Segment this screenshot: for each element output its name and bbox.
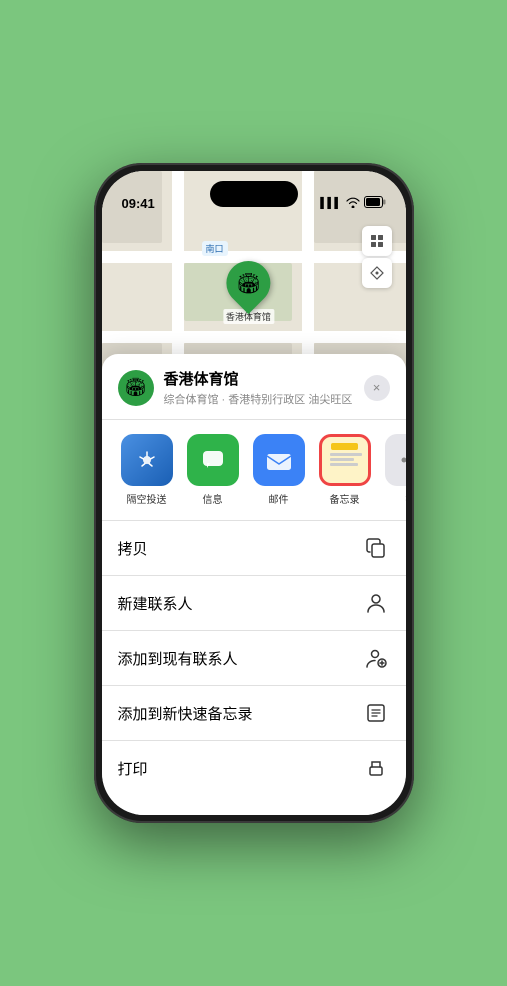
action-new-contact[interactable]: 新建联系人 [102, 576, 406, 631]
action-new-contact-label: 新建联系人 [118, 593, 193, 614]
notes-icon-inner [322, 437, 368, 483]
action-print[interactable]: 打印 [102, 741, 406, 795]
dynamic-island [210, 181, 298, 207]
venue-icon: 🏟 [118, 370, 154, 406]
share-item-messages[interactable]: 信息 [184, 434, 242, 506]
status-time: 09:41 [122, 196, 155, 213]
battery-icon [364, 196, 386, 211]
venue-description: 综合体育馆 · 香港特别行政区 油尖旺区 [164, 391, 364, 407]
bottom-sheet: 🏟 香港体育馆 综合体育馆 · 香港特别行政区 油尖旺区 × [102, 354, 406, 815]
mail-label: 邮件 [269, 491, 289, 506]
action-add-existing[interactable]: 添加到现有联系人 [102, 631, 406, 686]
mail-icon-wrap [253, 434, 305, 486]
venue-name: 香港体育馆 [164, 368, 364, 389]
signal-icon: ▌▌▌ [320, 198, 341, 209]
action-print-label: 打印 [118, 758, 148, 779]
map-controls [362, 226, 392, 288]
action-copy-label: 拷贝 [118, 538, 148, 559]
venue-emoji: 🏟 [124, 377, 147, 398]
notes-icon-wrap [319, 434, 371, 486]
more-icon-wrap [385, 434, 406, 486]
status-icons: ▌▌▌ [320, 196, 385, 213]
share-row: 隔空投送 信息 [102, 420, 406, 521]
airdrop-icon-wrap [121, 434, 173, 486]
map-north-exit-label: 南口 [202, 241, 228, 256]
map-road [102, 331, 406, 343]
phone-frame: 09:41 ▌▌▌ [94, 163, 414, 823]
airdrop-label: 隔空投送 [127, 491, 167, 506]
notes-line [330, 453, 362, 456]
stadium-pin-icon: 🏟 [236, 271, 261, 296]
share-item-more[interactable]: 提 [382, 434, 406, 506]
venue-info: 香港体育馆 综合体育馆 · 香港特别行政区 油尖旺区 [164, 368, 364, 407]
share-item-notes[interactable]: 备忘录 [316, 434, 374, 506]
share-item-airdrop[interactable]: 隔空投送 [118, 434, 176, 506]
messages-label: 信息 [203, 491, 223, 506]
location-button[interactable] [362, 258, 392, 288]
phone-screen: 09:41 ▌▌▌ [102, 171, 406, 815]
action-quick-note[interactable]: 添加到新快速备忘录 [102, 686, 406, 741]
notes-lines [326, 453, 364, 466]
close-button[interactable]: × [364, 375, 390, 401]
action-quick-note-label: 添加到新快速备忘录 [118, 703, 253, 724]
map-layers-button[interactable] [362, 226, 392, 256]
copy-icon [362, 534, 390, 562]
notes-line [330, 458, 354, 461]
print-icon [362, 754, 390, 782]
share-item-mail[interactable]: 邮件 [250, 434, 308, 506]
action-add-existing-label: 添加到现有联系人 [118, 648, 238, 669]
wifi-icon [346, 197, 360, 211]
person-add-icon [362, 644, 390, 672]
action-copy[interactable]: 拷贝 [102, 521, 406, 576]
messages-icon-wrap [187, 434, 239, 486]
person-icon [362, 589, 390, 617]
note-icon [362, 699, 390, 727]
notes-line [330, 463, 358, 466]
venue-card: 🏟 香港体育馆 综合体育馆 · 香港特别行政区 油尖旺区 × [102, 354, 406, 420]
pin-circle: 🏟 [217, 252, 279, 314]
notes-label: 备忘录 [330, 491, 360, 506]
stadium-pin: 🏟 香港体育馆 [223, 261, 274, 324]
notes-top-bar [331, 443, 358, 450]
